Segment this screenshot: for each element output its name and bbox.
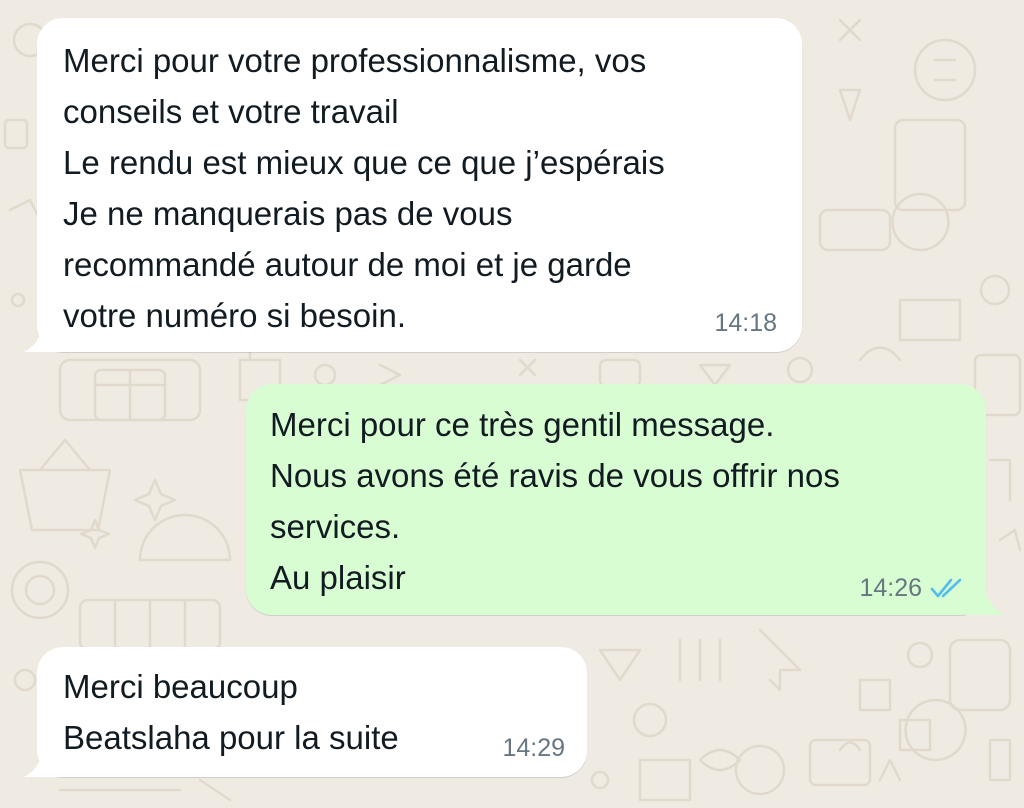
outgoing-message-bubble[interactable]: Merci pour ce très gentil message. Nous … — [246, 384, 986, 615]
message-text-line: Merci pour ce très gentil message. — [270, 406, 775, 443]
message-text-line: Beatslaha pour la suite — [63, 719, 399, 756]
message-timestamp: 14:26 — [859, 573, 964, 603]
message-text-line: Je ne manquerais pas de vous — [63, 195, 513, 232]
incoming-message-bubble[interactable]: Merci beaucoup Beatslaha pour la suite 1… — [37, 647, 587, 777]
message-text-line: Nous avons été ravis de vous offrir nos — [270, 457, 840, 494]
message-timestamp: 14:18 — [714, 308, 777, 338]
message-text-line: Merci beaucoup — [63, 668, 298, 705]
double-check-read-icon — [930, 578, 962, 598]
message-time: 14:18 — [714, 309, 777, 337]
message-text-line: Le rendu est mieux que ce que j’espérais — [63, 144, 665, 181]
message-time: 14:26 — [859, 574, 922, 602]
message-text-line: conseils et votre travail — [63, 93, 399, 130]
message-time: 14:29 — [502, 734, 565, 762]
incoming-bubble-tail — [24, 747, 62, 777]
message-text-line: Au plaisir — [270, 559, 406, 596]
message-text-line: recommandé autour de moi et je garde — [63, 246, 632, 283]
incoming-message-bubble[interactable]: Merci pour votre professionnalisme, vos … — [37, 18, 802, 352]
incoming-bubble-tail — [24, 322, 62, 352]
message-text-line: services. — [270, 508, 401, 545]
message-text-line: Merci pour votre professionnalisme, vos — [63, 42, 647, 79]
message-timestamp: 14:29 — [502, 733, 565, 763]
message-text-line: votre numéro si besoin. — [63, 297, 407, 334]
outgoing-bubble-tail — [966, 585, 1004, 615]
